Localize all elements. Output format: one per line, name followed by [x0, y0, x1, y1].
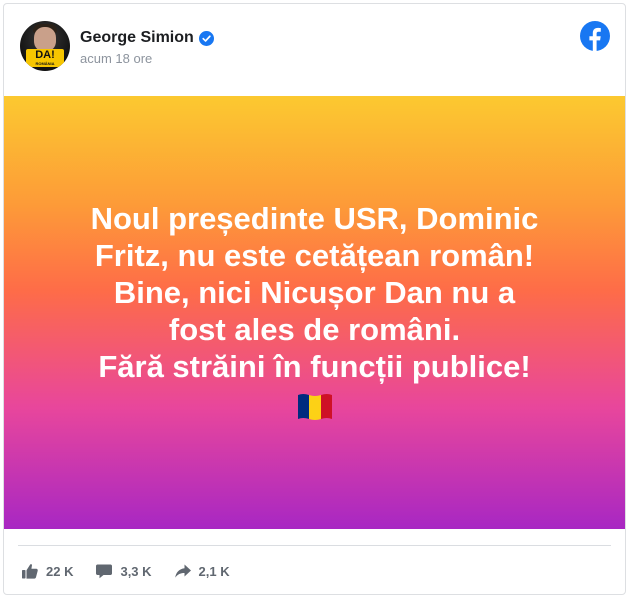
share-count: 2,1 K — [198, 563, 230, 579]
author-name[interactable]: George Simion — [80, 29, 194, 47]
thumbs-up-icon — [22, 564, 38, 579]
author-name-row: George Simion — [80, 28, 214, 48]
like-stat[interactable]: 22 K — [21, 562, 73, 580]
avatar-face — [34, 27, 56, 51]
comment-count: 3,3 K — [120, 563, 152, 579]
status-content: Noul președinte USR, Dominic Fritz, nu e… — [35, 200, 595, 426]
verified-badge-icon — [198, 30, 214, 46]
romania-flag-icon — [297, 393, 332, 420]
comment-icon — [96, 564, 113, 579]
post-stats-bar: 22 K 3,3 K 2,1 K — [21, 559, 252, 583]
author-avatar[interactable]: DA! ROMÂNIA — [20, 21, 70, 71]
avatar-banner-text: DA! — [35, 49, 55, 61]
status-background-card: Noul președinte USR, Dominic Fritz, nu e… — [4, 96, 625, 529]
comment-stat[interactable]: 3,3 K — [95, 562, 152, 580]
post-timestamp[interactable]: acum 18 ore — [80, 51, 152, 66]
status-text: Noul președinte USR, Dominic Fritz, nu e… — [90, 200, 539, 384]
post-header: DA! ROMÂNIA George Simion acum 18 ore — [4, 4, 625, 96]
facebook-post-card: DA! ROMÂNIA George Simion acum 18 ore No… — [3, 3, 626, 595]
avatar-banner-subtext: ROMÂNIA — [35, 61, 55, 66]
facebook-logo-icon[interactable] — [580, 21, 610, 51]
like-count: 22 K — [46, 563, 74, 579]
footer-divider — [18, 545, 611, 546]
avatar-banner: DA! ROMÂNIA — [26, 49, 64, 67]
share-arrow-icon — [174, 564, 191, 578]
share-stat[interactable]: 2,1 K — [174, 562, 230, 580]
